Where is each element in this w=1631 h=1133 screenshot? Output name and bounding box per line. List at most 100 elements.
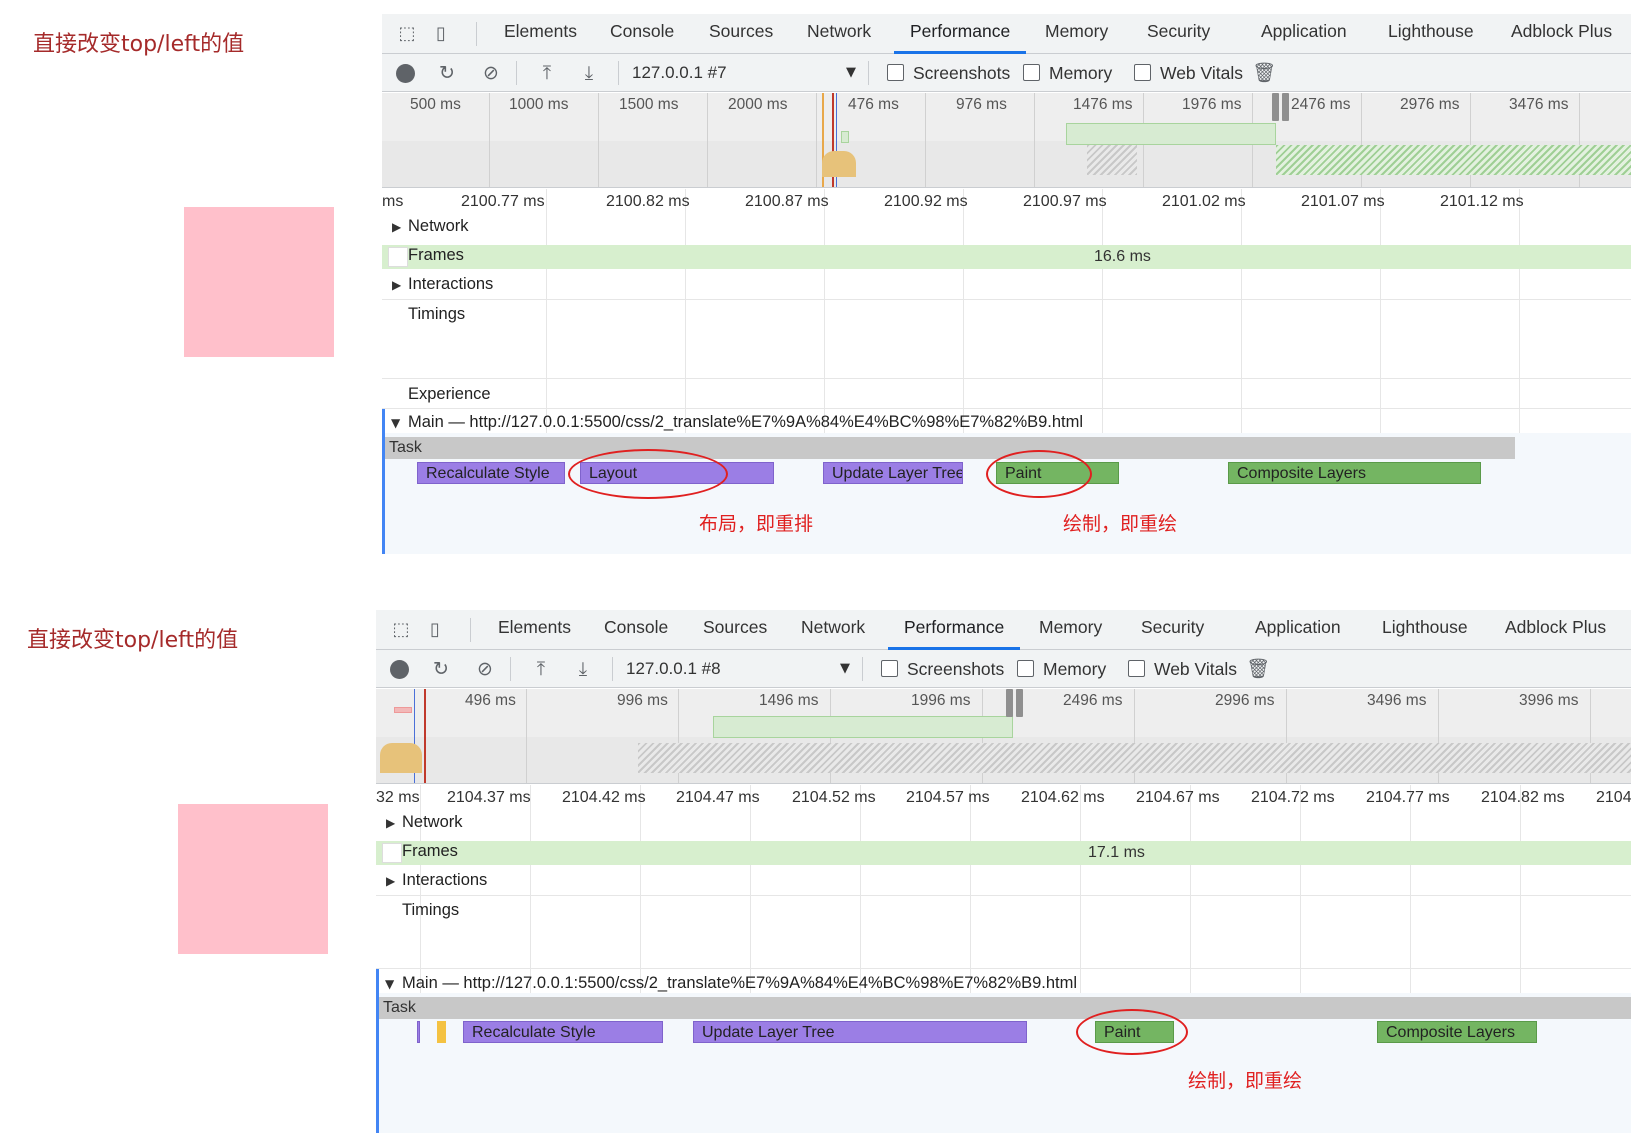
- web-vitals-checkbox[interactable]: [1134, 64, 1151, 81]
- event-update-layer-tree[interactable]: Update Layer Tree: [823, 462, 963, 484]
- overview-window-handle-left[interactable]: [1006, 689, 1013, 717]
- screenshots-checkbox[interactable]: [881, 660, 898, 677]
- annotation-repaint: 绘制，即重绘: [1188, 1070, 1303, 1092]
- tab-console[interactable]: Console: [610, 14, 674, 54]
- tab-network[interactable]: Network: [807, 14, 871, 54]
- ruler-tick-label: 2100.97 ms: [1023, 193, 1107, 210]
- track-frames: Frames: [408, 246, 464, 264]
- device-toolbar-icon[interactable]: ▯: [422, 618, 448, 642]
- download-icon[interactable]: ⤓: [576, 61, 602, 85]
- record-icon[interactable]: [390, 660, 409, 679]
- track-network[interactable]: Network: [408, 217, 469, 236]
- track-interactions[interactable]: Interactions: [402, 871, 487, 890]
- event-script[interactable]: [437, 1021, 446, 1043]
- clear-icon[interactable]: ⊘: [478, 61, 504, 85]
- profile-select[interactable]: 127.0.0.1 #7: [632, 60, 727, 86]
- screenshots-label: Screenshots: [907, 659, 1005, 679]
- event-recalculate-style[interactable]: Recalculate Style: [463, 1021, 663, 1043]
- reload-icon[interactable]: ↻: [428, 657, 454, 681]
- web-vitals-checkbox[interactable]: [1128, 660, 1145, 677]
- event-composite-layers[interactable]: Composite Layers: [1377, 1021, 1537, 1043]
- highlight-ellipse-layout: [568, 449, 728, 499]
- task-bar[interactable]: [379, 997, 1631, 1019]
- tab-memory[interactable]: Memory: [1039, 610, 1102, 650]
- event-recalculate-style[interactable]: Recalculate Style: [417, 462, 565, 484]
- upload-icon[interactable]: ⤒: [534, 61, 560, 85]
- tab-performance[interactable]: Performance: [894, 14, 1027, 54]
- select-element-icon[interactable]: ⬚: [394, 22, 420, 46]
- timeline-overview[interactable]: 496 ms 996 ms 1496 ms 1996 ms 2496 ms 29…: [376, 689, 1631, 784]
- ruler-tick-label: 2104.42 ms: [562, 789, 646, 806]
- track-divider: [376, 968, 1631, 969]
- profile-select[interactable]: 127.0.0.1 #8: [626, 656, 721, 682]
- overview-window-handle-right[interactable]: [1016, 689, 1023, 717]
- ruler-tick-label: 2104.62 ms: [1021, 789, 1105, 806]
- timeline-flamechart[interactable]: 32 ms 2104.37 ms 2104.42 ms 2104.47 ms 2…: [376, 785, 1631, 1133]
- tab-application[interactable]: Application: [1261, 14, 1347, 54]
- tab-network[interactable]: Network: [801, 610, 865, 650]
- ruler-tick-label: 2104.72 ms: [1251, 789, 1335, 806]
- track-interactions[interactable]: Interactions: [408, 275, 493, 294]
- timeline-overview[interactable]: 500 ms 1000 ms 1500 ms 2000 ms 476 ms 97…: [382, 93, 1631, 188]
- overview-grid: [925, 93, 926, 187]
- memory-checkbox[interactable]: [1023, 64, 1040, 81]
- event-update-layer-tree[interactable]: Update Layer Tree: [693, 1021, 1027, 1043]
- frames-chip: [382, 843, 402, 863]
- expand-triangle-icon[interactable]: ▼: [385, 977, 394, 991]
- task-bar[interactable]: [385, 437, 1515, 459]
- tab-lighthouse[interactable]: Lighthouse: [1388, 14, 1474, 54]
- screenshots-checkbox[interactable]: [887, 64, 904, 81]
- tab-lighthouse[interactable]: Lighthouse: [1382, 610, 1468, 650]
- ruler-tick-label: 2104.82 ms: [1481, 789, 1565, 806]
- tab-security[interactable]: Security: [1141, 610, 1204, 650]
- overview-window-handle-right[interactable]: [1282, 93, 1289, 121]
- tab-performance[interactable]: Performance: [888, 610, 1021, 650]
- download-icon[interactable]: ⤓: [570, 657, 596, 681]
- track-main[interactable]: Main — http://127.0.0.1:5500/css/2_trans…: [408, 413, 1083, 432]
- tab-adblock-plus[interactable]: Adblock Plus: [1511, 14, 1612, 54]
- trash-icon[interactable]: 🗑: [1251, 61, 1277, 85]
- tab-elements[interactable]: Elements: [498, 610, 571, 650]
- frames-track[interactable]: [382, 245, 1631, 269]
- tab-console[interactable]: Console: [604, 610, 668, 650]
- track-frames: Frames: [402, 842, 458, 860]
- panel-1: 直接改变top/left的值 ⬚ ▯ Elements Console Sour…: [0, 0, 1631, 560]
- record-icon[interactable]: [396, 64, 415, 83]
- track-main[interactable]: Main — http://127.0.0.1:5500/css/2_trans…: [402, 974, 1077, 993]
- reload-icon[interactable]: ↻: [434, 61, 460, 85]
- trash-icon[interactable]: 🗑: [1245, 657, 1271, 681]
- dropdown-arrow-icon[interactable]: ▼: [846, 60, 856, 86]
- overview-tick-label: 1976 ms: [1182, 96, 1242, 113]
- expand-triangle-icon[interactable]: ▶: [386, 816, 395, 830]
- expand-triangle-icon[interactable]: ▶: [386, 874, 395, 888]
- track-network[interactable]: Network: [402, 813, 463, 832]
- tab-sources[interactable]: Sources: [709, 14, 773, 54]
- frames-track[interactable]: [376, 841, 1631, 865]
- tab-adblock-plus[interactable]: Adblock Plus: [1505, 610, 1606, 650]
- expand-triangle-icon[interactable]: ▼: [391, 416, 400, 430]
- memory-checkbox[interactable]: [1017, 660, 1034, 677]
- timeline-flamechart[interactable]: ms 2100.77 ms 2100.82 ms 2100.87 ms 2100…: [382, 189, 1631, 554]
- clear-icon[interactable]: ⊘: [472, 657, 498, 681]
- overview-cpu-chart: [380, 743, 422, 773]
- ruler-tick-label: 2104.77 ms: [1366, 789, 1450, 806]
- overview-window-handle-left[interactable]: [1272, 93, 1279, 121]
- dropdown-arrow-icon[interactable]: ▼: [840, 656, 850, 682]
- expand-triangle-icon[interactable]: ▶: [392, 220, 401, 234]
- tab-application[interactable]: Application: [1255, 610, 1341, 650]
- toolbar-divider: [868, 61, 869, 85]
- tab-elements[interactable]: Elements: [504, 14, 577, 54]
- tab-memory[interactable]: Memory: [1045, 14, 1108, 54]
- select-element-icon[interactable]: ⬚: [388, 618, 414, 642]
- tab-sources[interactable]: Sources: [703, 610, 767, 650]
- tab-security[interactable]: Security: [1147, 14, 1210, 54]
- device-toolbar-icon[interactable]: ▯: [428, 22, 454, 46]
- upload-icon[interactable]: ⤒: [528, 657, 554, 681]
- toolbar-divider: [476, 22, 477, 46]
- event-composite-layers[interactable]: Composite Layers: [1228, 462, 1481, 484]
- web-vitals-label: Web Vitals: [1154, 659, 1238, 679]
- expand-triangle-icon[interactable]: ▶: [392, 278, 401, 292]
- overview-tick-label: 3476 ms: [1509, 96, 1569, 113]
- overview-marker: [424, 689, 426, 783]
- event-tiny[interactable]: [417, 1021, 420, 1043]
